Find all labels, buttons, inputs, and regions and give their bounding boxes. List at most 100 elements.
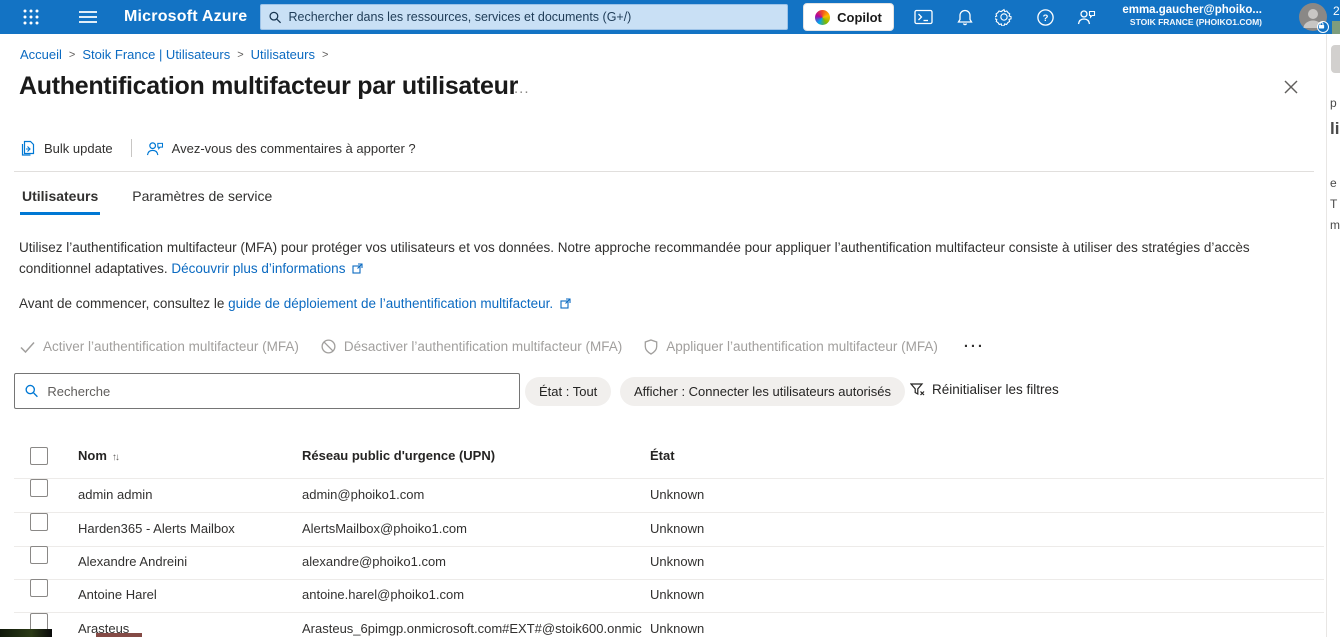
close-blade-button[interactable] xyxy=(1283,79,1305,101)
clipped-text-fragment: li xyxy=(1330,119,1339,139)
clipped-text-fragment: m xyxy=(1330,218,1340,232)
disable-mfa-label: Désactiver l’authentification multifacte… xyxy=(344,339,622,354)
mfa-action-bar: Activer l’authentification multifacteur … xyxy=(20,338,985,355)
screen-corner-artifact xyxy=(0,629,52,637)
settings-button[interactable] xyxy=(986,0,1022,34)
filter-reset-icon xyxy=(910,383,925,397)
feedback-command-button[interactable]: Avez-vous des commentaires à apporter ? xyxy=(146,141,416,156)
feedback-icon xyxy=(1077,9,1096,25)
clipped-text-fragment: T xyxy=(1330,197,1337,211)
row-checkbox[interactable] xyxy=(30,579,48,597)
commandbar-divider xyxy=(14,171,1314,172)
external-link-icon xyxy=(560,297,571,312)
guide-paragraph: Avant de commencer, consultez le guide d… xyxy=(19,296,1319,312)
reset-filters-button[interactable]: Réinitialiser les filtres xyxy=(910,382,1059,397)
tab-parametres-de-service[interactable]: Paramètres de service xyxy=(130,186,274,215)
reset-filters-label: Réinitialiser les filtres xyxy=(932,382,1059,397)
bulk-update-button[interactable]: Bulk update xyxy=(20,140,113,157)
row-checkbox[interactable] xyxy=(30,546,48,564)
feedback-button[interactable] xyxy=(1068,0,1104,34)
clipped-header-fragment: 2 xyxy=(1333,4,1340,18)
table-row[interactable]: admin admin admin@phoiko1.com Unknown xyxy=(0,479,1340,513)
breadcrumb-users-link[interactable]: Utilisateurs xyxy=(251,47,315,62)
table-row[interactable]: Alexandre Andreini alexandre@phoiko1.com… xyxy=(0,546,1340,580)
global-search-box[interactable] xyxy=(260,4,788,30)
lock-badge-icon xyxy=(1317,21,1329,33)
help-icon: ? xyxy=(1037,9,1054,26)
close-icon xyxy=(1283,79,1299,95)
search-icon xyxy=(25,384,38,398)
feedback-command-label: Avez-vous des commentaires à apporter ? xyxy=(172,141,416,156)
gear-icon xyxy=(995,8,1013,26)
user-search-box[interactable] xyxy=(14,373,520,409)
state-filter-pill[interactable]: État : Tout xyxy=(525,377,611,406)
table-row[interactable]: Harden365 - Alerts Mailbox AlertsMailbox… xyxy=(0,513,1340,547)
user-search-input[interactable] xyxy=(47,384,509,399)
screen-corner-artifact xyxy=(96,633,142,637)
clipped-text-fragment: e xyxy=(1330,176,1337,190)
cell-name: Alexandre Andreini xyxy=(78,554,187,569)
command-bar: Bulk update Avez-vous des commentaires à… xyxy=(20,139,416,157)
avatar[interactable] xyxy=(1299,3,1327,31)
column-header-etat: État xyxy=(650,448,675,463)
bulk-update-icon xyxy=(20,140,36,157)
cell-name: Antoine Harel xyxy=(78,587,157,602)
copilot-icon xyxy=(815,10,830,25)
select-all-checkbox[interactable] xyxy=(30,447,48,465)
learn-more-link[interactable]: Découvrir plus d’informations xyxy=(171,261,345,276)
deployment-guide-link[interactable]: guide de déploiement de l’authentificati… xyxy=(228,296,553,311)
show-filter-pill[interactable]: Afficher : Connecter les utilisateurs au… xyxy=(620,377,905,406)
disable-mfa-button[interactable]: Désactiver l’authentification multifacte… xyxy=(321,339,622,354)
column-header-nom[interactable]: Nom↑↓ xyxy=(78,448,118,463)
azure-portal-window: Microsoft Azure Copilot xyxy=(0,0,1340,637)
tab-strip: Utilisateurs Paramètres de service xyxy=(20,186,274,215)
enable-mfa-label: Activer l’authentification multifacteur … xyxy=(43,339,299,354)
enable-mfa-button[interactable]: Activer l’authentification multifacteur … xyxy=(20,339,299,354)
azure-brand-link[interactable]: Microsoft Azure xyxy=(124,8,247,26)
breadcrumb-separator: > xyxy=(322,49,328,61)
cell-name: Harden365 - Alerts Mailbox xyxy=(78,521,235,536)
portal-menu-icon[interactable] xyxy=(68,0,108,34)
waffle-icon xyxy=(22,8,40,26)
notifications-button[interactable] xyxy=(947,0,983,34)
global-search-input[interactable] xyxy=(289,10,780,24)
copilot-label: Copilot xyxy=(837,10,882,25)
terminal-icon xyxy=(914,9,933,25)
cloud-shell-button[interactable] xyxy=(905,0,941,34)
copilot-button[interactable]: Copilot xyxy=(803,3,894,31)
intro-paragraph: Utilisez l’authentification multifacteur… xyxy=(19,237,1319,280)
search-icon xyxy=(269,11,282,24)
cell-state: Unknown xyxy=(650,587,704,602)
help-button[interactable]: ? xyxy=(1027,0,1063,34)
breadcrumb: Accueil > Stoik France | Utilisateurs > … xyxy=(20,47,328,62)
account-manager[interactable]: emma.gaucher@phoiko... STOIK FRANCE (PHO… xyxy=(1122,3,1262,28)
svg-text:?: ? xyxy=(1042,13,1048,24)
breadcrumb-home-link[interactable]: Accueil xyxy=(20,47,62,62)
external-link-icon xyxy=(352,259,363,280)
table-header: Nom↑↓ Réseau public d'urgence (UPN) État xyxy=(0,440,1340,478)
breadcrumb-tenant-link[interactable]: Stoik France | Utilisateurs xyxy=(82,47,230,62)
breadcrumb-separator: > xyxy=(69,49,75,61)
row-checkbox[interactable] xyxy=(30,513,48,531)
cell-upn: admin@phoiko1.com xyxy=(302,487,424,502)
cell-upn: antoine.harel@phoiko1.com xyxy=(302,587,464,602)
check-icon xyxy=(20,341,35,353)
enforce-mfa-label: Appliquer l’authentification multifacteu… xyxy=(666,339,938,354)
table-row[interactable]: Antoine Harel antoine.harel@phoiko1.com … xyxy=(0,579,1340,613)
actions-more-button[interactable]: ··· xyxy=(964,338,985,355)
title-more-button[interactable]: ... xyxy=(514,80,530,97)
clipped-icon-fragment xyxy=(1331,45,1340,73)
sort-icon: ↑↓ xyxy=(112,452,118,463)
page-title: Authentification multifacteur par utilis… xyxy=(19,72,518,101)
enforce-mfa-button[interactable]: Appliquer l’authentification multifacteu… xyxy=(644,339,938,355)
account-email: emma.gaucher@phoiko... xyxy=(1122,3,1262,17)
cell-state: Unknown xyxy=(650,487,704,502)
cell-state: Unknown xyxy=(650,621,704,636)
clipped-text-fragment: p xyxy=(1330,96,1337,110)
tab-utilisateurs[interactable]: Utilisateurs xyxy=(20,186,100,215)
feedback-person-icon xyxy=(146,141,164,156)
row-checkbox[interactable] xyxy=(30,479,48,497)
table-row[interactable]: Arasteus Arasteus_6pimgp.onmicrosoft.com… xyxy=(0,613,1340,637)
cell-name: admin admin xyxy=(78,487,152,502)
app-launcher-icon[interactable] xyxy=(8,0,54,34)
